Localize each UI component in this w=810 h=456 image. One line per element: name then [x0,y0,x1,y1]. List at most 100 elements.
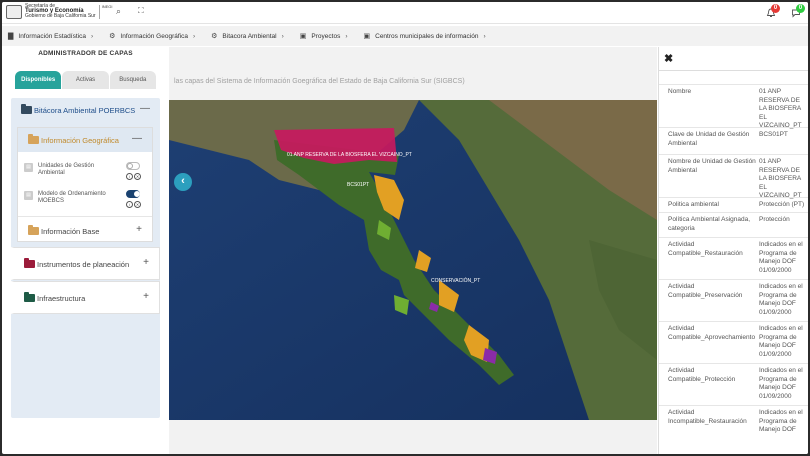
trash-icon[interactable]: ✕ [134,173,141,180]
expand-toggle[interactable]: + [136,224,142,235]
detail-row: Actividad Incompatible_Restauración Indic… [659,405,808,454]
detail-key: Actividad Incompatible_Restauración [668,409,747,425]
detail-row: Actividad Compatible_Protección Indicados… [659,363,808,405]
group-header-geografica[interactable]: Información Geográfica — [18,128,152,152]
state-seal-icon [6,4,22,19]
divider [18,216,152,217]
window-icon: ▣ [299,33,307,40]
detail-row: Actividad Compatible_Aprovechamiento Indi… [659,321,808,363]
map-label: BCS01PT [347,182,369,188]
detail-key: Nombre de Unidad de Gestión Ambiental [668,158,756,174]
folder-icon [28,225,39,235]
inegi-logo: INEGI [98,3,115,19]
trash-icon[interactable]: ✕ [134,201,141,208]
detail-row: Politica ambiental Protección (PT) [659,197,808,212]
group-header-informacion-base[interactable]: Información Base + [18,219,152,243]
search-icon[interactable]: ⌕ [116,6,121,17]
map-label: 01 ANP RESERVA DE LA BIOSFERA EL VIZCAIN… [287,152,412,158]
group-instrumentos-planeacion: Instrumentos de planeación + [11,247,160,280]
info-icon[interactable]: i [126,201,133,208]
layer-icon: ▤ [24,191,33,200]
breadcrumb-label: Proyectos [311,32,341,40]
layer-icon: ▤ [24,163,33,172]
inegi-logo-text: INEGI [101,3,113,9]
folder-icon [24,292,35,302]
collapse-toggle[interactable]: — [140,103,150,114]
layer-label: Unidades de Gestión Ambiental [38,163,95,176]
detail-value: Protección [759,216,790,223]
logo: Secretaría de Turismo y Economía Gobiern… [6,4,115,19]
globe-icon: ⚙ [211,33,218,40]
detail-value: Indicados en el Programa de Manejo DOF [759,409,803,433]
window-icon: ▣ [363,33,371,40]
map-canvas[interactable]: 01 ANP RESERVA DE LA BIOSFERA EL VIZCAIN… [169,100,657,420]
layer-manager-panel: ADMINISTRADOR DE CAPAS Disponibles Activ… [8,47,163,454]
detail-value: Indicados en el Programa de Manejo DOF 0… [759,283,803,316]
divider [659,70,808,71]
tab-activas[interactable]: Activas [62,71,109,89]
group-label: Información Base [41,226,100,236]
info-icon[interactable]: i [126,173,133,180]
bar-chart-icon: ▇ [8,33,14,40]
panel-title: ADMINISTRADOR DE CAPAS [38,50,133,57]
tab-busqueda[interactable]: Busqueda [109,71,156,89]
notification-bell[interactable]: 0 [766,4,780,19]
detail-row: Clave de Unidad de Gestión Ambiental BCS0… [659,127,808,154]
folder-icon [24,258,35,268]
detail-key: Actividad Compatible_Protección [668,367,736,383]
logo-line: Gobierno de Baja California Sur [25,13,96,19]
notification-badge: 0 [771,4,780,13]
layer-tools: i ✕ [126,173,141,180]
group-label: Infraestructura [37,293,86,303]
breadcrumb: ▇ Información Estadística › ⚙ Información G… [2,26,808,46]
layer-tools: i ✕ [126,201,141,208]
detail-key: Actividad Compatible_Aprovechamiento [668,325,756,341]
chevron-right-icon: › [483,32,486,40]
messages-button[interactable]: 0 [791,4,805,19]
group-header-infraestructura[interactable]: Infraestructura + [14,286,159,310]
collapse-panel-button[interactable]: ‹ [174,173,192,191]
detail-value: Protección (PT) [759,201,805,208]
breadcrumb-informacion-estadistica[interactable]: ▇ Información Estadística › [8,32,94,41]
layer-item-unidades-gestion: ▤ Unidades de Gestión Ambiental i ✕ [24,162,154,188]
group-label: Instrumentos de planeación [37,259,130,269]
satellite-map: 01 ANP RESERVA DE LA BIOSFERA EL VIZCAIN… [169,100,657,420]
close-icon[interactable]: ✖ [664,52,673,65]
expand-toggle[interactable]: + [143,257,149,268]
detail-value: 01 ANP RESERVA DE LA BIOSFERA EL VIZCAIN… [759,88,802,129]
layer-visibility-switch[interactable] [126,162,140,170]
detail-value: Indicados en el Programa de Manejo DOF 0… [759,367,803,400]
fullscreen-icon[interactable]: ⛶ [138,6,144,16]
group-informacion-geografica: Información Geográfica — ▤ Unidades de G… [17,127,153,242]
group-label: Bitácora Ambiental POERBCS [34,105,136,115]
detail-key: Nombre [668,88,692,95]
group-header-bitacora[interactable]: Bitácora Ambiental POERBCS — [11,98,160,122]
map-area: las capas del Sistema de Información Goe… [169,47,657,454]
detail-row: Política Ambiental Asignada, categoria Pr… [659,212,808,237]
breadcrumb-proyectos[interactable]: ▣ Proyectos › [299,32,348,41]
folder-icon [21,104,32,114]
detail-key: Clave de Unidad de Gestión Ambiental [668,131,750,147]
breadcrumb-label: Bitacora Ambiental [222,32,277,40]
layer-item-modelo-ordenamiento: ▤ Modelo de Ordenamiento MOEBCS i ✕ [24,190,154,216]
detail-row: Nombre 01 ANP RESERVA DE LA BIOSFERA EL V… [659,84,808,129]
collapse-toggle[interactable]: — [132,133,142,144]
detail-row: Actividad Compatible_Preservación Indicad… [659,279,808,321]
layer-tabs: Disponibles Activas Busqueda [15,71,157,89]
detail-row: Actividad Compatible_Restauración Indicad… [659,237,808,279]
layer-visibility-switch[interactable] [126,190,140,198]
layer-label: Modelo de Ordenamiento MOEBCS [38,191,106,204]
expand-toggle[interactable]: + [143,291,149,302]
layer-tree: Bitácora Ambiental POERBCS — Información… [11,98,160,418]
tab-disponibles[interactable]: Disponibles [15,71,62,89]
breadcrumb-bitacora-ambiental[interactable]: ⚙ Bitacora Ambiental › [211,32,284,41]
chevron-right-icon: › [90,32,94,40]
group-header-instrumentos[interactable]: Instrumentos de planeación + [14,252,159,276]
globe-icon: ⚙ [109,33,116,40]
breadcrumb-informacion-geografica[interactable]: ⚙ Información Geográfica › [109,32,195,41]
switch-knob [134,191,140,197]
detail-value: BCS01PT [759,131,788,138]
breadcrumb-centros-municipales[interactable]: ▣ Centros municipales de información › [363,32,486,41]
detail-row: Nombre de Unidad de Gestión Ambiental 01 … [659,154,808,199]
switch-knob [127,163,133,169]
